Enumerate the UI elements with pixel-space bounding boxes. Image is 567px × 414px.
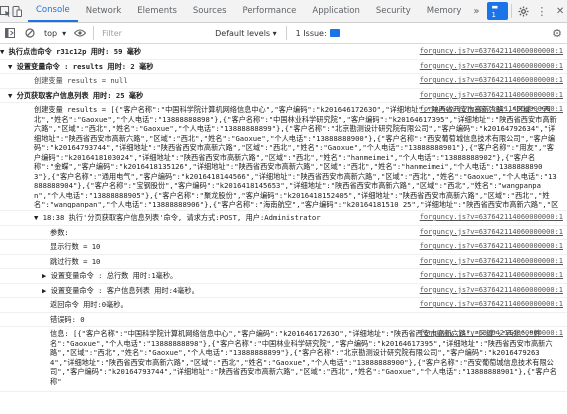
devtools-tabbar: Console Network Elements Sources Perform… [0,0,567,23]
console-toolbar: top ▾ Filter Default levels ▾ 1 Issue: ⚙ [0,23,567,44]
console-settings-icon[interactable]: ⚙ [547,22,567,44]
log-row: 创建变量 results = [{"客户名称":"中国科学院计算机网络信息中心"… [0,103,567,211]
message-icon [329,29,340,37]
source-link[interactable]: forguncy.js?v=637642114060000000:1 [420,62,563,72]
tab-performance[interactable]: Performance [235,0,305,22]
chevron-down-icon: ▾ [62,28,67,38]
source-link[interactable]: forguncy.js?v=637642114060000000:1 [420,271,563,281]
log-row: 信息: [{"客户名称":"中国科学院计算机网络信息中心","客户编码":"k2… [0,327,567,392]
inspect-element-icon[interactable] [0,0,11,22]
source-link[interactable]: forguncy.js?v=637642114060000000:1 [420,257,563,267]
source-link[interactable]: forguncy.js?v=637642114060000000:1 [420,329,563,339]
source-link[interactable]: forguncy.js?v=637642114060000000:1 [420,242,563,252]
more-tabs-button[interactable]: » [469,6,483,17]
source-link[interactable]: forguncy.js?v=637642114060000000:1 [420,228,563,238]
log-row: ▶ 设置变量命令 : 总行数 用时:1毫秒。 forguncy.js?v=637… [0,269,567,284]
log-row: 创建变量 results = null forguncy.js?v=637642… [0,74,567,89]
settings-gear-icon[interactable] [515,0,533,22]
clear-console-icon[interactable] [20,22,40,44]
filter-placeholder: Filter [102,28,122,38]
issues-badge-count: 1 [491,11,496,19]
tab-memory[interactable]: Memory [419,0,470,22]
source-link[interactable]: forguncy.js?v=637642114060000000:1 [420,91,563,101]
devtools-tabs: Console Network Elements Sources Perform… [28,0,469,22]
log-row: 参数: forguncy.js?v=637642114060000000:1 [0,226,567,240]
source-link[interactable]: forguncy.js?v=637642114060000000:1 [420,300,563,310]
context-selector[interactable]: top ▾ [40,29,70,38]
sidebar-toggle-icon[interactable] [0,22,20,44]
message-icon: ▬ [491,3,499,11]
divider [510,4,512,18]
tabbar-right-controls: ▬ 1 ⋮ ✕ [483,0,567,22]
eye-icon[interactable] [70,22,90,44]
source-link[interactable]: forguncy.js?v=637642114060000000:1 [420,105,563,115]
customize-menu-icon[interactable]: ⋮ [533,0,551,22]
log-row: 跳过行数 = 10 forguncy.js?v=6376421140600000… [0,255,567,269]
log-row: ▼ 执行点击命令 r31c12p 用时: 59 毫秒 forguncy.js?v… [0,45,567,60]
source-link[interactable]: forguncy.js?v=637642114060000000:1 [420,47,563,57]
log-row: ▼ 18:38 执行'分页获取客户信息列表'命令, 请求方式:POST, 用户:… [0,211,567,226]
tab-security[interactable]: Security [368,0,419,22]
issues-button[interactable]: 1 Issue: [290,29,346,38]
log-row: ▼ 设置变量命令 : results 用时: 2 毫秒 forguncy.js?… [0,60,567,74]
log-row: ▶ 设置变量命令 : 客户信息列表 用时:4毫秒。 forguncy.js?v=… [0,284,567,298]
log-message: 错误码: 0 [50,314,85,324]
divider [93,26,95,40]
divider [285,26,287,40]
log-message: 创建变量 results = [{"客户名称":"中国科学院计算机网络信息中心"… [34,105,559,208]
log-row: 返回命令 用时:0毫秒。 forguncy.js?v=6376421140600… [0,298,567,313]
context-selector-value: top [44,28,58,38]
source-link[interactable]: forguncy.js?v=637642114060000000:1 [420,286,563,296]
source-link[interactable]: forguncy.js?v=637642114060000000:1 [420,213,563,223]
source-link[interactable]: forguncy.js?v=637642114060000000:1 [420,76,563,86]
log-row: 显示行数 = 10 forguncy.js?v=6376421140600000… [0,240,567,255]
tab-elements[interactable]: Elements [129,0,185,22]
filter-input[interactable]: Filter [97,26,209,41]
console-log[interactable]: ▼ 执行点击命令 r31c12p 用时: 59 毫秒 forguncy.js?v… [0,45,567,414]
issues-badge[interactable]: ▬ 1 [487,2,508,20]
tab-sources[interactable]: Sources [185,0,235,22]
log-row: ▼ 分页获取客户信息列表 用时: 25 毫秒 forguncy.js?v=637… [0,89,567,103]
issues-label: 1 Issue: [295,28,327,38]
tab-network[interactable]: Network [78,0,130,22]
log-levels-dropdown[interactable]: Default levels ▾ [209,29,283,38]
log-row: 错误码: 0 [0,313,567,327]
close-devtools-icon[interactable]: ✕ [551,0,567,22]
tab-console[interactable]: Console [28,0,78,22]
device-toolbar-icon[interactable] [11,0,22,22]
tab-application[interactable]: Application [304,0,368,22]
